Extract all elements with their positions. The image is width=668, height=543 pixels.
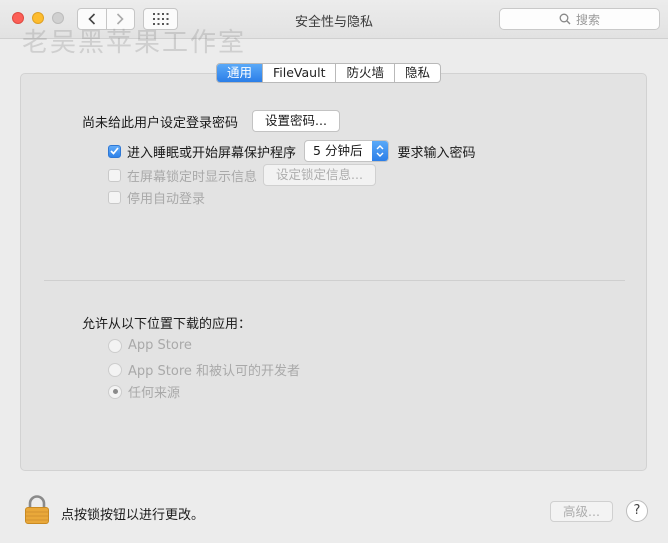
require-password-row: 进入睡眠或开始屏幕保护程序 5 分钟后 要求输入密码 [108,140,475,162]
downloads-heading: 允许从以下位置下载的应用： [82,317,252,332]
require-password-label: 进入睡眠或开始屏幕保护程序 [127,145,297,161]
radio-anywhere-label: 任何来源 [128,386,181,401]
search-field[interactable]: 搜索 [499,8,660,30]
popup-arrows-icon [372,141,389,161]
show-message-row: 在屏幕锁定时显示信息 设定锁定信息... [108,164,376,186]
radio-identified-developers[interactable] [108,362,122,377]
watermark-text: 老吴黑苹果工作室 [22,28,247,58]
password-row: 尚未给此用户设定登录密码 设置密码... [82,110,340,132]
radio-app-store[interactable] [108,338,122,353]
checkmark-icon [110,147,119,155]
tab-privacy[interactable]: 隐私 [394,64,440,82]
help-button[interactable]: ? [626,500,648,522]
password-delay-popup[interactable]: 5 分钟后 [304,140,390,162]
search-icon [559,13,571,25]
require-password-checkbox[interactable] [108,144,121,158]
tab-general[interactable]: 通用 [217,64,263,82]
tab-bar: 通用 FileVault 防火墙 隐私 [216,63,442,83]
disable-autologin-row: 停用自动登录 [108,188,205,207]
radio-identified-developers-label: App Store 和被认可的开发者 [128,364,301,379]
require-password-suffix: 要求输入密码 [397,145,476,161]
disable-autologin-checkbox[interactable] [108,191,121,204]
radio-row-anywhere: 任何来源 [108,382,180,401]
section-divider [44,280,625,281]
password-status-label: 尚未给此用户设定登录密码 [82,115,239,131]
tab-firewall[interactable]: 防火墙 [335,64,394,82]
radio-anywhere[interactable] [108,384,122,399]
show-message-checkbox[interactable] [108,168,121,182]
disable-autologin-label: 停用自动登录 [127,192,206,207]
set-lock-message-button[interactable]: 设定锁定信息... [263,164,376,186]
radio-row-identified: App Store 和被认可的开发者 [108,360,300,379]
advanced-button[interactable]: 高级... [550,501,613,522]
password-delay-value: 5 分钟后 [313,143,363,158]
set-password-button[interactable]: 设置密码... [252,110,340,132]
tab-filevault[interactable]: FileVault [262,64,335,82]
lock-button[interactable] [24,495,50,529]
radio-row-app-store: App Store [108,338,192,353]
padlock-icon [25,495,49,524]
show-message-label: 在屏幕锁定时显示信息 [127,169,258,185]
radio-selected-dot [112,389,118,394]
content-panel [20,73,647,471]
search-placeholder: 搜索 [575,12,600,27]
radio-app-store-label: App Store [128,338,192,353]
lock-instruction-text: 点按锁按钮以进行更改。 [61,508,205,523]
